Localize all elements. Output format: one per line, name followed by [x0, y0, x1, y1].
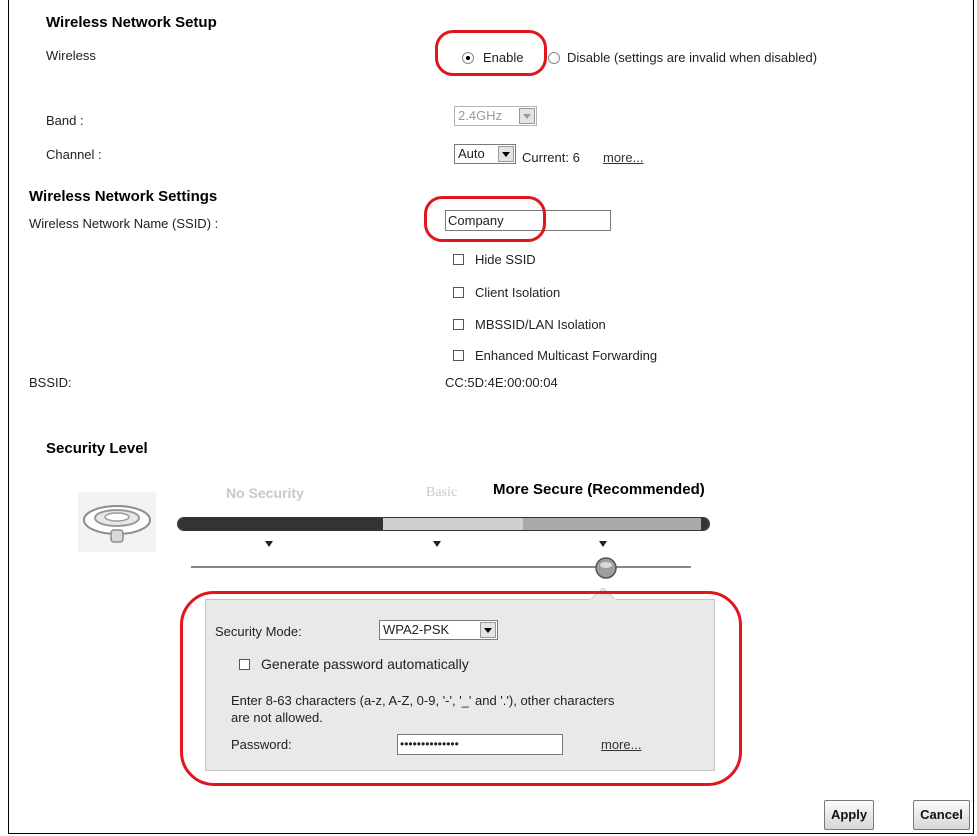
band-value: 2.4GHz: [458, 108, 503, 123]
settings-heading: Wireless Network Settings: [29, 188, 218, 205]
client-isolation-checkbox[interactable]: [453, 285, 464, 300]
password-label: Password:: [231, 737, 292, 752]
hide-ssid-checkbox[interactable]: [453, 252, 464, 267]
level-no-security[interactable]: No Security: [226, 485, 304, 501]
panel-pointer-icon: [590, 588, 616, 601]
multicast-forwarding-checkbox[interactable]: [453, 348, 464, 363]
level-more-secure[interactable]: More Secure (Recommended): [493, 481, 705, 498]
bssid-value: CC:5D:4E:00:00:04: [445, 375, 558, 390]
security-mode-value: WPA2-PSK: [383, 622, 450, 637]
ssid-input[interactable]: Company: [445, 210, 611, 231]
channel-label: Channel :: [46, 147, 102, 162]
mbssid-isolation-checkbox[interactable]: [453, 317, 464, 332]
disable-label: Disable (settings are invalid when disab…: [567, 50, 818, 65]
ssid-label: Wireless Network Name (SSID) :: [29, 216, 219, 231]
wireless-router-icon: [78, 492, 156, 552]
hide-ssid-label: Hide SSID: [475, 252, 536, 267]
no-security-marker-icon: [265, 541, 273, 547]
slider-knob-icon[interactable]: [594, 556, 618, 580]
password-more-link[interactable]: more...: [601, 737, 641, 752]
channel-more-link[interactable]: more...: [603, 150, 643, 165]
enable-radio[interactable]: [462, 50, 474, 65]
security-mode-select[interactable]: WPA2-PSK: [379, 620, 498, 640]
channel-select[interactable]: Auto: [454, 144, 516, 164]
password-input[interactable]: ••••••••••••••: [397, 734, 563, 755]
chevron-down-icon: [519, 108, 535, 124]
password-hint-line1: Enter 8-63 characters (a-z, A-Z, 0-9, '-…: [231, 693, 615, 708]
generate-password-checkbox[interactable]: [239, 657, 250, 672]
cancel-button[interactable]: Cancel: [913, 800, 970, 830]
chevron-down-icon: [498, 146, 514, 162]
multicast-forwarding-label: Enhanced Multicast Forwarding: [475, 348, 658, 363]
current-channel: Current: 6: [522, 150, 580, 165]
disable-radio[interactable]: [548, 50, 560, 65]
bssid-label: BSSID:: [29, 375, 72, 390]
mbssid-isolation-label: MBSSID/LAN Isolation: [475, 317, 606, 332]
more-secure-marker-icon: [599, 541, 607, 547]
password-hint-line2: are not allowed.: [231, 710, 323, 725]
apply-button[interactable]: Apply: [824, 800, 874, 830]
security-mode-label: Security Mode:: [215, 624, 302, 639]
enable-label: Enable: [483, 50, 524, 65]
security-heading: Security Level: [46, 440, 148, 457]
chevron-down-icon: [480, 622, 496, 638]
basic-marker-icon: [433, 541, 441, 547]
band-select[interactable]: 2.4GHz: [454, 106, 537, 126]
security-level-track[interactable]: [177, 517, 710, 531]
band-label: Band :: [46, 113, 84, 128]
client-isolation-label: Client Isolation: [475, 285, 561, 300]
generate-password-label: Generate password automatically: [261, 656, 469, 672]
level-basic[interactable]: Basic: [426, 485, 457, 501]
wireless-label: Wireless: [46, 48, 96, 63]
channel-value: Auto: [458, 146, 485, 161]
setup-heading: Wireless Network Setup: [46, 14, 217, 31]
